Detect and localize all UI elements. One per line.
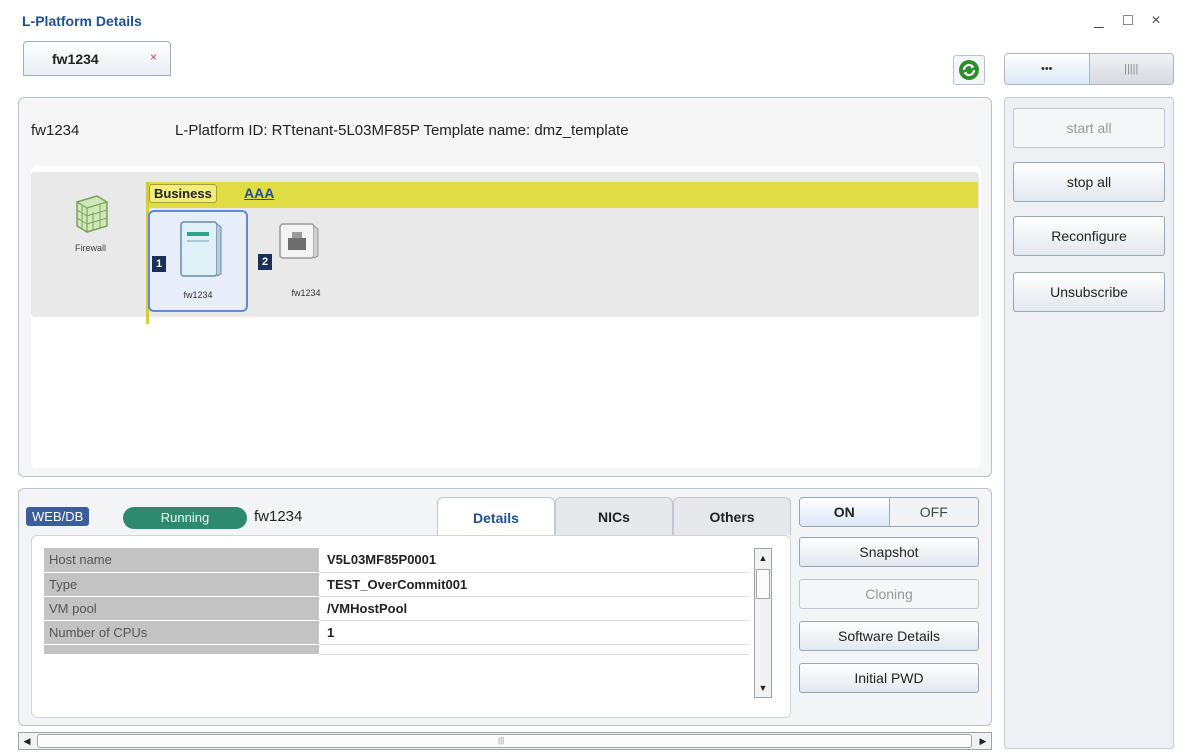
snapshot-button[interactable]: Snapshot bbox=[799, 537, 979, 567]
refresh-icon bbox=[959, 60, 979, 80]
firewall-icon bbox=[75, 195, 108, 233]
tab-label: fw1234 bbox=[52, 51, 99, 67]
table-row: Host name V5L03MF85P0001 bbox=[44, 548, 749, 573]
table-row: VM pool /VMHostPool bbox=[44, 596, 749, 621]
role-badge: WEB/DB bbox=[26, 507, 90, 526]
detail-key: VM pool bbox=[44, 596, 319, 621]
platform-panel: fw1234 L-Platform ID: RTtenant-5L03MF85P… bbox=[18, 97, 992, 477]
scroll-thumb[interactable]: ||| bbox=[37, 734, 972, 748]
segment-link[interactable]: AAA bbox=[244, 185, 274, 201]
minimize-button[interactable]: _ bbox=[1088, 10, 1110, 32]
topology-band: Firewall Business AAA 1 fw1234 2 fw1234 bbox=[31, 172, 979, 324]
table-row: Number of CPUs 1 bbox=[44, 620, 749, 645]
detail-key: Type bbox=[44, 572, 319, 597]
details-scrollbar[interactable]: ▲ ▼ bbox=[754, 548, 772, 698]
stop-all-button[interactable]: stop all bbox=[1013, 162, 1165, 202]
tab-nics[interactable]: NICs bbox=[555, 497, 673, 535]
maximize-button[interactable]: □ bbox=[1117, 10, 1139, 32]
server-number: 1 bbox=[152, 256, 166, 272]
details-box: Host name V5L03MF85P0001 Type TEST_OverC… bbox=[31, 535, 791, 718]
detail-value: 1 bbox=[319, 620, 749, 645]
detail-key: Number of CPUs bbox=[44, 620, 319, 645]
software-details-button[interactable]: Software Details bbox=[799, 621, 979, 651]
window-title: L-Platform Details bbox=[22, 13, 142, 29]
tab-others[interactable]: Others bbox=[673, 497, 791, 535]
server-node-1[interactable]: 1 fw1234 bbox=[148, 210, 248, 312]
close-window-button[interactable]: × bbox=[1145, 10, 1167, 32]
scroll-down-icon[interactable]: ▼ bbox=[755, 679, 771, 697]
platform-actions: start all stop all Reconfigure Unsubscri… bbox=[1004, 97, 1174, 749]
topology-area: Firewall Business AAA 1 fw1234 2 fw1234 bbox=[31, 166, 981, 468]
server-number: 2 bbox=[258, 254, 272, 270]
start-all-button[interactable]: start all bbox=[1013, 108, 1165, 148]
firewall-node[interactable]: Firewall bbox=[53, 192, 128, 253]
power-toggle[interactable]: ON OFF bbox=[799, 497, 979, 527]
server-name: fw1234 bbox=[183, 290, 213, 300]
detail-value: V5L03MF85P0001 bbox=[319, 548, 749, 573]
status-badge: Running bbox=[123, 507, 247, 529]
scroll-left-icon[interactable]: ◀ bbox=[19, 733, 35, 749]
scroll-thumb[interactable] bbox=[756, 569, 770, 599]
platform-info: L-Platform ID: RTtenant-5L03MF85P Templa… bbox=[175, 122, 629, 139]
horizontal-scrollbar[interactable]: ◀ ||| ▶ bbox=[18, 732, 992, 750]
table-row bbox=[44, 644, 749, 655]
server-stopped-icon bbox=[279, 223, 319, 259]
firewall-label: Firewall bbox=[74, 243, 106, 253]
window-titlebar: L-Platform Details _ □ × bbox=[0, 0, 1185, 44]
detail-value: TEST_OverCommit001 bbox=[319, 572, 749, 597]
server-icon bbox=[180, 221, 222, 277]
power-on-button[interactable]: ON bbox=[800, 498, 890, 526]
details-table: Host name V5L03MF85P0001 Type TEST_OverC… bbox=[44, 548, 749, 655]
unsubscribe-button[interactable]: Unsubscribe bbox=[1013, 272, 1165, 312]
server-name-label: fw1234 bbox=[254, 508, 303, 525]
tab-details[interactable]: Details bbox=[437, 497, 555, 537]
segment-tag: Business bbox=[149, 184, 217, 203]
scroll-right-icon[interactable]: ▶ bbox=[975, 733, 991, 749]
tab-close-icon[interactable]: × bbox=[150, 50, 157, 64]
detail-key: Host name bbox=[44, 548, 319, 573]
cloning-button[interactable]: Cloning bbox=[799, 579, 979, 609]
view-list-mode-button[interactable]: ||||| bbox=[1089, 54, 1173, 84]
scroll-grip-icon: ||| bbox=[498, 736, 505, 745]
server-node-2[interactable]: 2 fw1234 bbox=[256, 210, 356, 312]
platform-name: fw1234 bbox=[31, 122, 80, 139]
initial-pwd-button[interactable]: Initial PWD bbox=[799, 663, 979, 693]
refresh-button[interactable] bbox=[953, 55, 985, 85]
server-detail-panel: WEB/DB Running fw1234 Details NICs Other… bbox=[18, 488, 992, 726]
detail-value: /VMHostPool bbox=[319, 596, 749, 621]
table-row: Type TEST_OverCommit001 bbox=[44, 572, 749, 597]
server-name: fw1234 bbox=[291, 288, 321, 298]
tab-platform[interactable]: fw1234 × bbox=[23, 41, 171, 76]
power-off-button[interactable]: OFF bbox=[889, 498, 978, 526]
view-icon-mode-button[interactable]: ••• bbox=[1005, 54, 1090, 84]
scroll-up-icon[interactable]: ▲ bbox=[755, 549, 771, 567]
reconfigure-button[interactable]: Reconfigure bbox=[1013, 216, 1165, 256]
detail-key bbox=[44, 644, 319, 655]
detail-value bbox=[319, 644, 749, 655]
view-toggle[interactable]: ••• ||||| bbox=[1004, 53, 1174, 85]
